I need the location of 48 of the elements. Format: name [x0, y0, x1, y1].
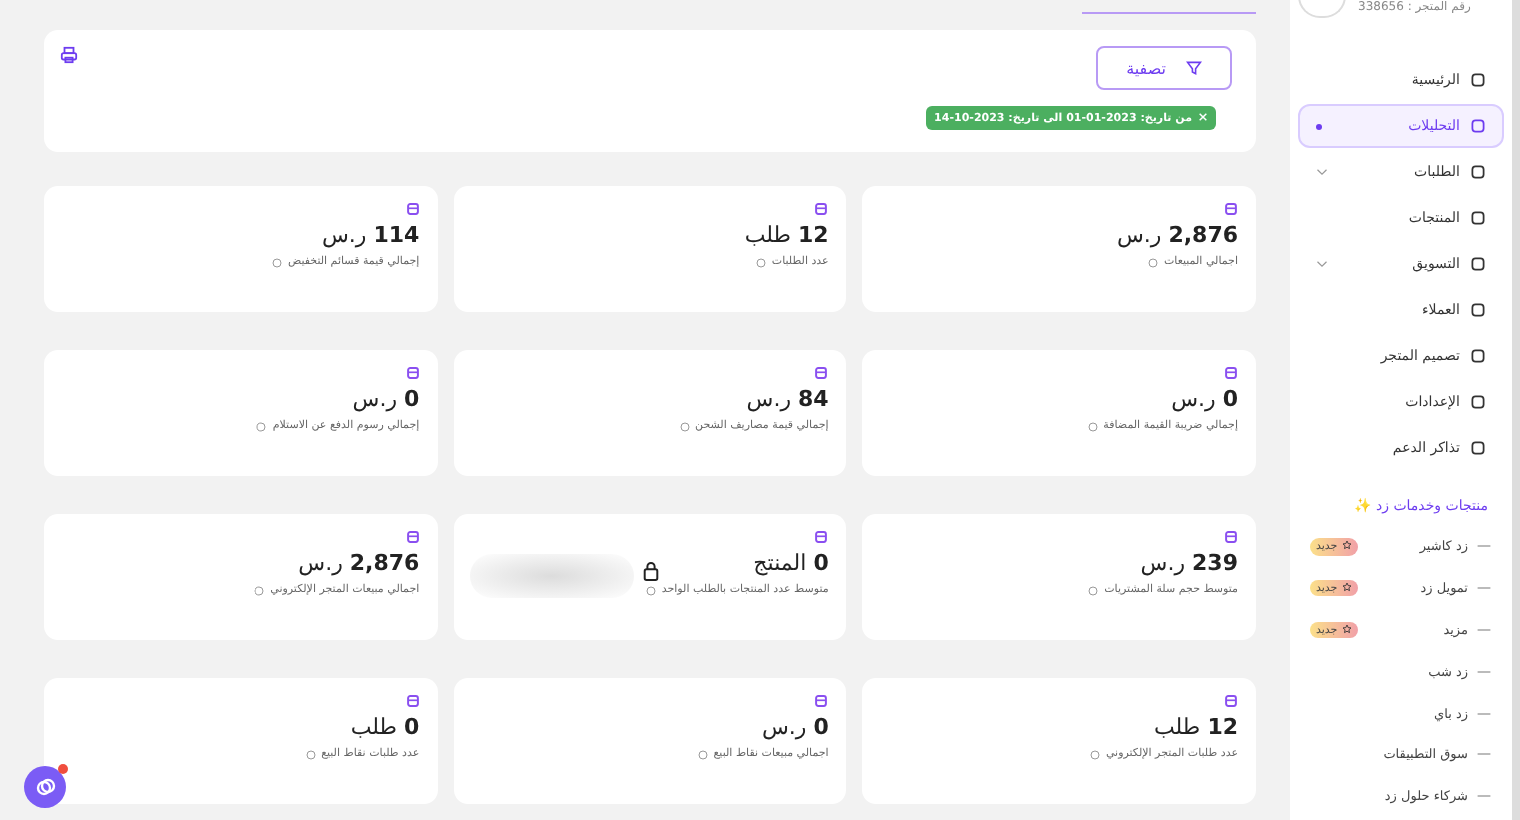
stat-icon: [814, 530, 829, 544]
info-icon[interactable]: [271, 257, 282, 267]
service-icon: [1476, 625, 1492, 634]
service-icon: [1476, 709, 1492, 718]
menu-item-icon: [1470, 164, 1486, 180]
stat-icon: [405, 694, 420, 708]
stat-icon: [405, 530, 420, 544]
stat-icon: [405, 366, 420, 380]
close-icon[interactable]: [1198, 111, 1208, 121]
lock-icon: [641, 560, 660, 582]
info-icon[interactable]: [1088, 585, 1099, 595]
service-icon: [1476, 584, 1492, 593]
info-icon[interactable]: [645, 585, 656, 595]
info-icon[interactable]: [1087, 421, 1098, 431]
info-icon[interactable]: [697, 749, 708, 759]
info-icon[interactable]: [256, 421, 267, 431]
menu-item-icon: [1470, 118, 1486, 134]
menu-item-icon: [1470, 348, 1486, 364]
menu-item-icon: [1470, 256, 1486, 272]
print-icon[interactable]: [60, 46, 78, 64]
active-dot-icon: [1316, 123, 1322, 129]
chat-button[interactable]: [24, 766, 66, 808]
stat-icon: [814, 202, 829, 216]
service-icon: [1476, 750, 1492, 759]
info-icon[interactable]: [1147, 257, 1158, 267]
info-icon[interactable]: [1089, 749, 1100, 759]
stat-icon: [1224, 366, 1238, 380]
menu-item-icon: [1470, 440, 1486, 456]
stat-icon: [814, 694, 829, 708]
service-icon: [1476, 667, 1492, 676]
menu-item-icon: [1470, 394, 1486, 410]
info-icon[interactable]: [305, 749, 316, 759]
stat-icon: [405, 202, 420, 216]
menu-item-icon: [1470, 302, 1486, 318]
info-icon[interactable]: [679, 421, 690, 431]
service-icon: [1476, 542, 1492, 551]
chat-icon: [33, 775, 57, 799]
info-icon[interactable]: [755, 257, 766, 267]
stat-icon: [814, 366, 829, 380]
filter-icon: [1186, 60, 1202, 76]
stat-icon: [1224, 202, 1238, 216]
menu-item-icon: [1470, 210, 1486, 226]
info-icon[interactable]: [254, 585, 265, 595]
stat-icon: [1224, 694, 1238, 708]
service-icon: [1476, 792, 1492, 801]
menu-item-icon: [1470, 72, 1486, 88]
filter-button[interactable]: تصفية: [1096, 46, 1232, 90]
stat-icon: [1224, 530, 1238, 544]
